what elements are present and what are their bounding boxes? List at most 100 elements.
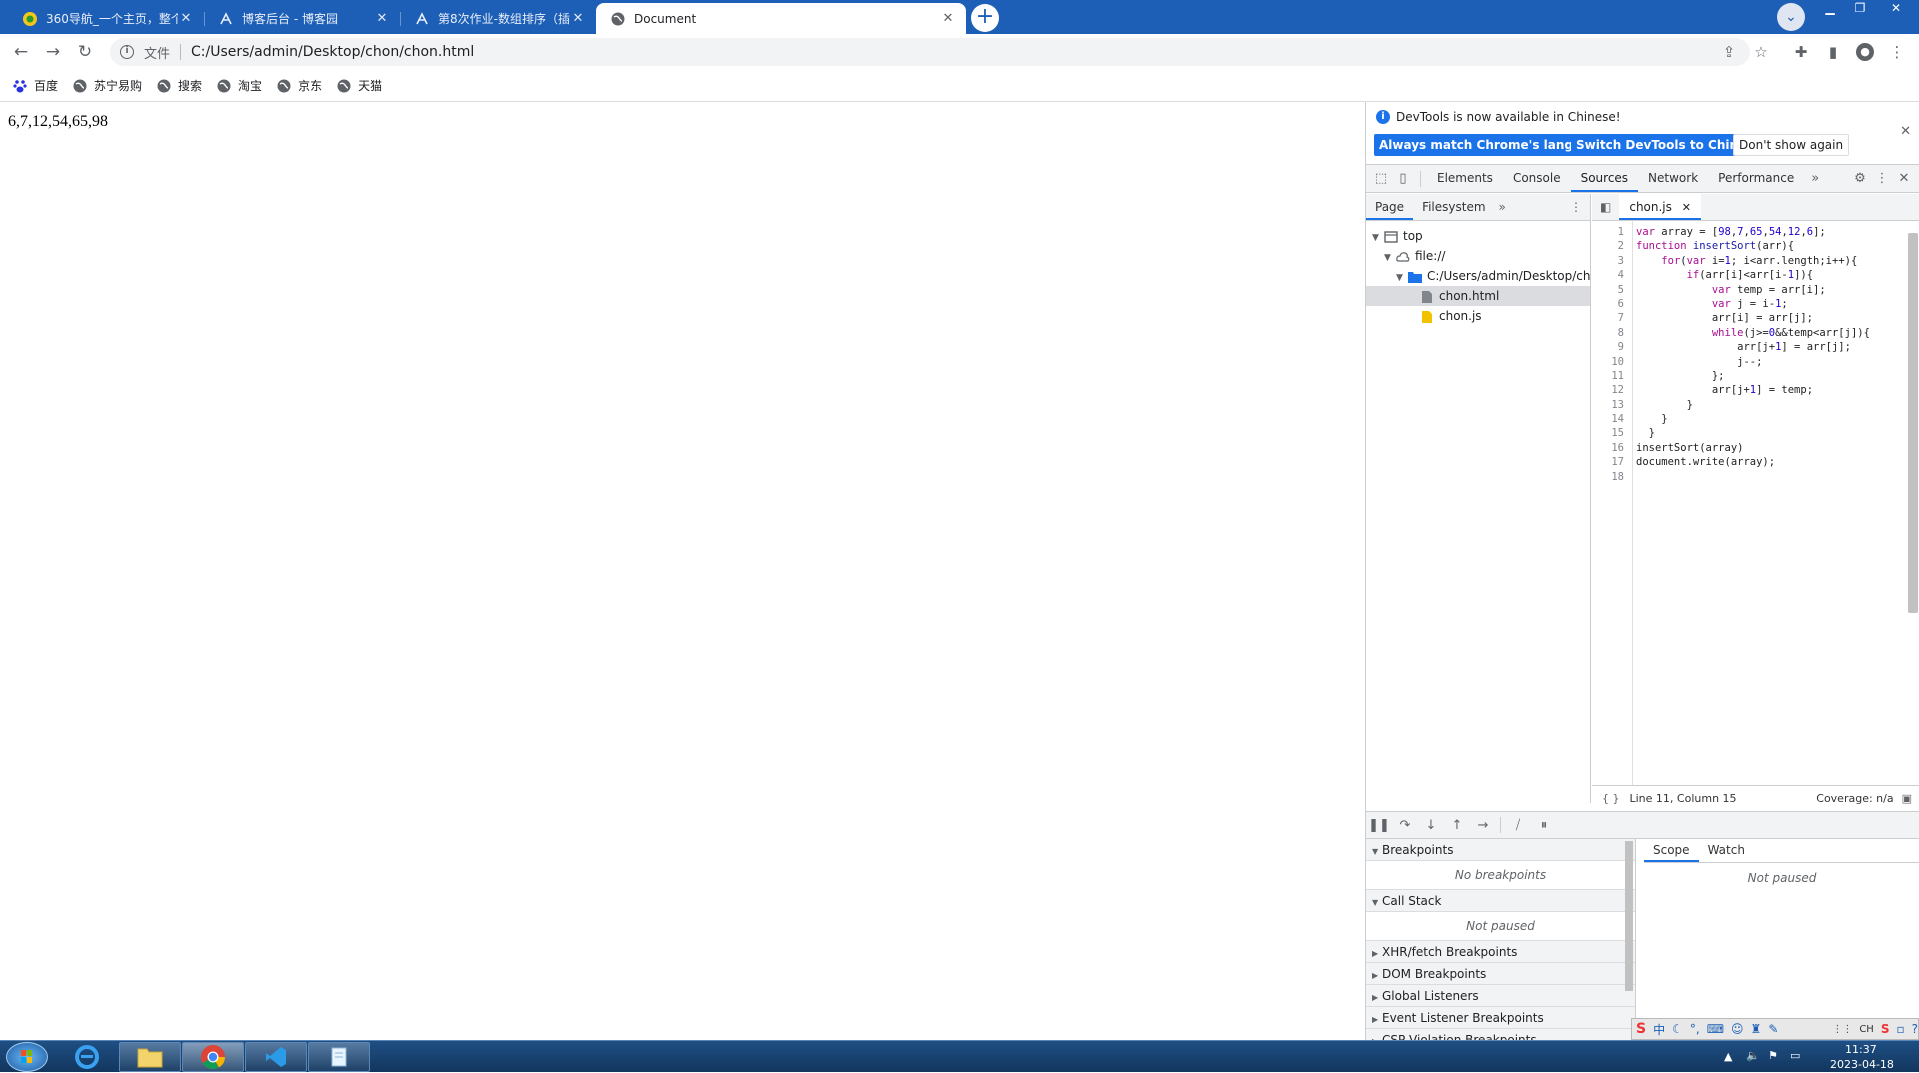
clock-date[interactable]: 2023-04-18 — [1830, 1058, 1894, 1071]
forward-arrow-icon[interactable]: → — [42, 41, 64, 63]
bookmark-search[interactable]: 搜索 — [156, 77, 202, 94]
step-over-icon[interactable]: ↷ — [1392, 818, 1418, 833]
tab-homework[interactable]: 第8次作业-数组排序（插入排序 ✕ — [400, 3, 596, 34]
taskbar-vscode[interactable] — [245, 1042, 307, 1072]
taskbar-explorer[interactable] — [119, 1042, 181, 1072]
toggle-navigator-icon[interactable]: ◧ — [1592, 200, 1619, 214]
taskbar-notepad[interactable] — [308, 1042, 370, 1072]
punctuation-icon[interactable]: °, — [1690, 1022, 1700, 1036]
bookmark-star-icon[interactable]: ☆ — [1752, 43, 1770, 61]
url-text[interactable]: C:/Users/admin/Desktop/chon/chon.html — [191, 44, 474, 60]
taskbar-chrome[interactable] — [182, 1042, 244, 1072]
close-tab-icon[interactable]: ✕ — [178, 11, 194, 26]
settings-gear-icon[interactable]: ⚙ — [1849, 168, 1871, 190]
close-window-button[interactable]: ✕ — [1876, 0, 1916, 18]
minimize-button[interactable]: ▁ — [1816, 0, 1844, 18]
back-arrow-icon[interactable]: ← — [10, 41, 32, 63]
minimize-ime-icon[interactable]: ▫ — [1896, 1022, 1904, 1036]
tab-network[interactable]: Network — [1638, 165, 1708, 192]
coverage-icon[interactable]: ▣ — [1894, 792, 1919, 805]
tree-item-file-origin[interactable]: ▼ file:// — [1366, 246, 1590, 266]
clock-time[interactable]: 11:37 — [1845, 1043, 1877, 1056]
volume-icon[interactable]: 🔈 — [1746, 1049, 1760, 1062]
tab-elements[interactable]: Elements — [1427, 165, 1503, 192]
code-area[interactable]: 1 2 3 4 5 6 7 8 9 10 11 12 13 14 15 16 17 18 var array = … — [1592, 221, 1919, 795]
new-tab-button[interactable]: + — [971, 4, 999, 32]
global-listeners-section[interactable]: ▶ Global Listeners — [1366, 985, 1635, 1007]
close-tab-icon[interactable]: ✕ — [374, 11, 390, 26]
tools-wrench-icon[interactable]: ✎ — [1768, 1022, 1778, 1036]
more-nav-tabs-chevron-icon[interactable]: » — [1495, 200, 1510, 214]
half-width-moon-icon[interactable]: ☾ — [1672, 1022, 1683, 1036]
close-devtools-icon[interactable]: ✕ — [1893, 168, 1915, 190]
step-into-icon[interactable]: ↓ — [1418, 818, 1444, 833]
dom-breakpoints-section[interactable]: ▶ DOM Breakpoints — [1366, 963, 1635, 985]
tab-360[interactable]: 360导航_一个主页，整个世界 ✕ — [8, 3, 204, 34]
tab-scope[interactable]: Scope — [1644, 839, 1699, 862]
sidebar-scrollbar[interactable] — [1625, 841, 1633, 991]
tab-cnblogs-admin[interactable]: 博客后台 - 博客园 ✕ — [204, 3, 400, 34]
ime-language[interactable]: CH — [1859, 1024, 1874, 1035]
tab-console[interactable]: Console — [1503, 165, 1571, 192]
taskbar-ie[interactable] — [56, 1042, 118, 1072]
editor-scrollbar[interactable] — [1908, 233, 1918, 613]
tree-item-top[interactable]: ▼ top — [1366, 226, 1590, 246]
inspect-element-icon[interactable]: ⬚ — [1370, 168, 1392, 190]
event-listener-breakpoints-section[interactable]: ▶ Event Listener Breakpoints — [1366, 1007, 1635, 1029]
reload-icon[interactable]: ↻ — [74, 41, 96, 63]
tab-search-icon[interactable]: ⌄ — [1777, 3, 1805, 31]
skin-shirt-icon[interactable]: ♜ — [1751, 1022, 1762, 1036]
bookmark-jd[interactable]: 京东 — [276, 77, 322, 94]
devtools-menu-kebab-icon[interactable]: ⋮ — [1871, 168, 1893, 190]
start-button[interactable] — [6, 1042, 48, 1072]
network-icon[interactable]: ⚑ — [1768, 1049, 1778, 1062]
deactivate-breakpoints-icon[interactable]: ⧸ — [1505, 818, 1531, 833]
show-hidden-icons-icon[interactable]: ▲ — [1724, 1050, 1732, 1063]
tab-sources[interactable]: Sources — [1570, 165, 1639, 192]
extensions-icon[interactable]: ✚ — [1792, 43, 1810, 61]
bookmark-suning[interactable]: 苏宁易购 — [72, 77, 142, 94]
tab-performance[interactable]: Performance — [1708, 165, 1804, 192]
step-icon[interactable]: → — [1470, 818, 1496, 833]
help-icon[interactable]: ? — [1912, 1022, 1918, 1036]
close-infobar-icon[interactable]: ✕ — [1900, 124, 1911, 139]
profile-avatar-icon[interactable]: ● — [1856, 43, 1874, 61]
close-tab-icon[interactable]: ✕ — [570, 11, 586, 26]
bookmark-taobao[interactable]: 淘宝 — [216, 77, 262, 94]
step-out-icon[interactable]: ↑ — [1444, 818, 1470, 833]
device-toolbar-icon[interactable]: ▯ — [1392, 168, 1414, 190]
pretty-print-icon[interactable]: { } — [1592, 792, 1630, 805]
breakpoints-section[interactable]: ▼ Breakpoints — [1366, 839, 1635, 861]
tree-item-chon-html[interactable]: chon.html — [1366, 286, 1590, 306]
tab-document[interactable]: Document ✕ — [596, 3, 966, 34]
action-center-icon[interactable]: ▭ — [1790, 1049, 1800, 1062]
close-file-tab-icon[interactable]: ✕ — [1682, 201, 1691, 214]
nav-tab-filesystem[interactable]: Filesystem — [1413, 194, 1494, 220]
call-stack-section[interactable]: ▼ Call Stack — [1366, 890, 1635, 912]
sogou-s-icon[interactable]: S — [1636, 1021, 1646, 1037]
keyboard-icon[interactable]: ⌨ — [1707, 1022, 1724, 1036]
restore-button[interactable]: ❐ — [1846, 0, 1874, 18]
tab-watch[interactable]: Watch — [1699, 839, 1754, 862]
side-panel-icon[interactable]: ▮ — [1824, 43, 1842, 61]
sogou-logo-icon[interactable]: S — [1881, 1022, 1890, 1036]
more-tabs-chevron-icon[interactable]: » — [1804, 168, 1826, 190]
menu-kebab-icon[interactable]: ⋮ — [1888, 43, 1906, 61]
user-icon[interactable]: ☺ — [1731, 1022, 1744, 1036]
share-icon[interactable]: ⇪ — [1720, 43, 1738, 61]
site-info-icon[interactable]: i — [120, 45, 134, 59]
nav-menu-kebab-icon[interactable]: ⋮ — [1570, 200, 1590, 214]
pause-on-exceptions-icon[interactable]: ⏸ — [1531, 818, 1557, 833]
ime-mode-toggle[interactable]: 中 — [1653, 1021, 1665, 1038]
close-tab-icon[interactable]: ✕ — [940, 11, 956, 26]
bookmark-tmall[interactable]: 天猫 — [336, 77, 382, 94]
dont-show-again-button[interactable]: Don't show again — [1733, 134, 1850, 156]
xhr-breakpoints-section[interactable]: ▶ XHR/fetch Breakpoints — [1366, 941, 1635, 963]
tree-item-chon-js[interactable]: chon.js — [1366, 306, 1590, 326]
address-bar[interactable]: i 文件 C:/Users/admin/Desktop/chon/chon.ht… — [110, 38, 1750, 66]
pause-icon[interactable]: ❚❚ — [1366, 818, 1392, 833]
nav-tab-page[interactable]: Page — [1366, 194, 1414, 220]
bookmark-baidu[interactable]: 百度 — [12, 77, 58, 94]
line-number-gutter[interactable]: 1 2 3 4 5 6 7 8 9 10 11 12 13 14 15 16 17 18 — [1592, 225, 1630, 484]
tree-item-folder[interactable]: ▼ C:/Users/admin/Desktop/chon — [1366, 266, 1590, 286]
